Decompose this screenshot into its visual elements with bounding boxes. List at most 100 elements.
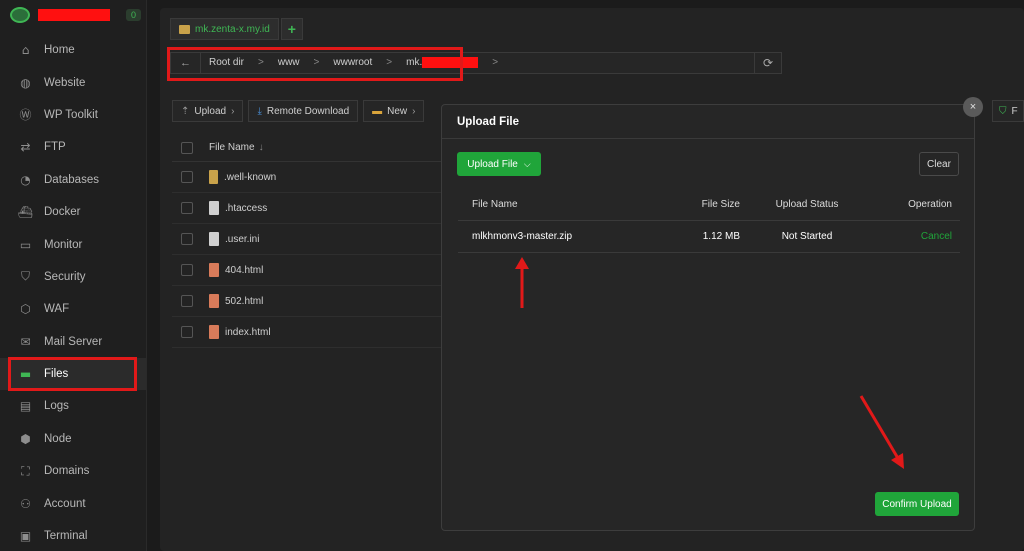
remote-download-button[interactable]: ⤓ Remote Download bbox=[248, 100, 359, 122]
upload-file-dialog: Upload File × Upload File ⌵ Clear File N… bbox=[441, 97, 983, 531]
sidebar-item-security[interactable]: ⛉ Security bbox=[0, 261, 146, 293]
file-name[interactable]: index.html bbox=[225, 327, 271, 338]
upload-table: File Name File Size Upload Status Operat… bbox=[458, 189, 960, 253]
logs-icon: ▤ bbox=[19, 399, 32, 414]
sidebar-item-databases[interactable]: ◔ Databases bbox=[0, 164, 146, 196]
folder-icon: ▬ bbox=[372, 105, 383, 117]
upload-file-dropdown-button[interactable]: Upload File ⌵ bbox=[457, 152, 541, 176]
table-row[interactable]: .well-known bbox=[172, 162, 472, 193]
sort-icon[interactable]: ↓ bbox=[259, 142, 264, 153]
monitor-icon: ▭ bbox=[19, 237, 32, 252]
new-button[interactable]: ▬ New › bbox=[363, 100, 425, 122]
tab-current-site[interactable]: mk.zenta-x.my.id bbox=[170, 18, 279, 40]
table-row[interactable]: .htaccess bbox=[172, 193, 472, 224]
download-icon: ⤓ bbox=[257, 105, 262, 117]
sidebar-item-mail-server[interactable]: ✉ Mail Server bbox=[0, 326, 146, 358]
select-all-checkbox[interactable] bbox=[181, 141, 193, 154]
confirm-upload-button[interactable]: Confirm Upload bbox=[875, 492, 959, 516]
sidebar-item-label: Terminal bbox=[44, 530, 88, 543]
clear-button[interactable]: Clear bbox=[919, 152, 959, 176]
folder-icon bbox=[209, 170, 218, 184]
sidebar-item-label: Domains bbox=[44, 465, 90, 478]
node-icon: ⬢ bbox=[20, 431, 31, 446]
column-operation: Operation bbox=[908, 199, 952, 210]
chevron-right-icon: > bbox=[313, 57, 320, 69]
file-icon bbox=[209, 325, 219, 339]
sidebar-item-wp-toolkit[interactable]: Ⓦ WP Toolkit bbox=[0, 99, 146, 131]
notification-badge[interactable]: 0 bbox=[126, 9, 142, 21]
sidebar-item-terminal[interactable]: ▣ Terminal bbox=[0, 520, 146, 551]
sidebar-item-domains[interactable]: ⛶ Domains bbox=[0, 455, 146, 487]
table-row[interactable]: 404.html bbox=[172, 255, 472, 286]
upload-row: mlkhmonv3-master.zip 1.12 MB Not Started… bbox=[458, 221, 960, 253]
file-name[interactable]: .well-known bbox=[224, 172, 276, 183]
sidebar-item-label: Databases bbox=[44, 173, 99, 186]
sidebar-item-label: FTP bbox=[44, 141, 66, 154]
file-icon bbox=[209, 294, 219, 308]
sidebar-item-label: WAF bbox=[44, 303, 70, 316]
sidebar-item-account[interactable]: ⚇ Account bbox=[0, 487, 146, 519]
file-name[interactable]: 502.html bbox=[225, 296, 263, 307]
row-checkbox[interactable] bbox=[181, 171, 193, 183]
file-name[interactable]: 404.html bbox=[225, 265, 263, 276]
row-checkbox[interactable] bbox=[181, 202, 193, 214]
tab-label: mk.zenta-x.my.id bbox=[195, 23, 270, 35]
row-checkbox[interactable] bbox=[181, 326, 193, 338]
sidebar-item-logs[interactable]: ▤ Logs bbox=[0, 390, 146, 422]
sidebar-item-label: Website bbox=[44, 76, 86, 89]
breadcrumb-wwwroot[interactable]: wwwroot bbox=[333, 57, 372, 68]
favorites-button[interactable]: ⛉ F bbox=[992, 100, 1024, 122]
sidebar-item-home[interactable]: ⌂ Home bbox=[0, 34, 146, 66]
table-row[interactable]: index.html bbox=[172, 317, 472, 348]
table-row[interactable]: .user.ini bbox=[172, 224, 472, 255]
sidebar-item-waf[interactable]: ⬡ WAF bbox=[0, 293, 146, 325]
tab-bar: mk.zenta-x.my.id + bbox=[170, 18, 303, 40]
file-name[interactable]: .user.ini bbox=[225, 234, 259, 245]
breadcrumb-site[interactable]: mk. bbox=[406, 57, 479, 69]
chevron-down-icon: ⌵ bbox=[523, 158, 531, 169]
brand-logo-icon[interactable] bbox=[10, 7, 30, 23]
sidebar-item-ftp[interactable]: ⇄ FTP bbox=[0, 131, 146, 163]
column-file-size: File Size bbox=[701, 199, 740, 210]
upload-label: Upload bbox=[194, 105, 227, 117]
column-file-name: File Name bbox=[472, 199, 518, 210]
back-arrow-icon[interactable]: ← bbox=[171, 53, 201, 73]
sidebar: 0 ⌂ Home ◍ Website Ⓦ WP Toolkit ⇄ FTP ◔ Databases… bbox=[0, 0, 147, 551]
globe-icon: ◍ bbox=[20, 75, 31, 90]
file-list: File Name ↓ .well-known .htaccess .user.in… bbox=[172, 134, 472, 348]
sidebar-nav: ⌂ Home ◍ Website Ⓦ WP Toolkit ⇄ FTP ◔ Databases ⛴ D… bbox=[0, 34, 146, 551]
file-list-header: File Name ↓ bbox=[172, 134, 472, 162]
sidebar-item-website[interactable]: ◍ Website bbox=[0, 66, 146, 98]
breadcrumb-www[interactable]: www bbox=[278, 57, 300, 68]
path-bar: ← Root dir > www > wwwroot > mk. > bbox=[170, 52, 782, 74]
breadcrumb-root[interactable]: Root dir bbox=[209, 57, 244, 68]
cancel-upload-link[interactable]: Cancel bbox=[921, 231, 952, 242]
sidebar-item-label: Account bbox=[44, 497, 86, 510]
add-tab-button[interactable]: + bbox=[280, 18, 303, 40]
shield-icon: ⛉ bbox=[999, 105, 1007, 117]
file-name[interactable]: .htaccess bbox=[225, 203, 267, 214]
terminal-icon: ▣ bbox=[19, 529, 32, 544]
sidebar-item-monitor[interactable]: ▭ Monitor bbox=[0, 228, 146, 260]
file-icon bbox=[209, 232, 219, 246]
waf-icon: ⬡ bbox=[20, 302, 31, 317]
upload-button[interactable]: ⇡ Upload › bbox=[172, 100, 244, 122]
column-file-name[interactable]: File Name bbox=[209, 142, 255, 153]
redacted-domain bbox=[422, 57, 479, 69]
docker-icon: ⛴ bbox=[17, 205, 34, 220]
table-row[interactable]: 502.html bbox=[172, 286, 472, 317]
chevron-right-icon: > bbox=[386, 57, 393, 69]
refresh-button[interactable]: ⟳ bbox=[754, 52, 782, 74]
remote-download-label: Remote Download bbox=[266, 105, 350, 117]
row-checkbox[interactable] bbox=[181, 264, 193, 276]
close-icon[interactable]: × bbox=[963, 97, 983, 117]
sidebar-item-node[interactable]: ⬢ Node bbox=[0, 423, 146, 455]
row-checkbox[interactable] bbox=[181, 295, 193, 307]
sidebar-item-label: WP Toolkit bbox=[44, 108, 98, 121]
chevron-right-icon: > bbox=[492, 57, 499, 69]
row-checkbox[interactable] bbox=[181, 233, 193, 245]
toolbar: ⇡ Upload › ⤓ Remote Download ▬ New › bbox=[172, 100, 425, 122]
dialog-title: Upload File bbox=[442, 105, 974, 139]
chevron-right-icon: > bbox=[258, 57, 264, 69]
sidebar-item-docker[interactable]: ⛴ Docker bbox=[0, 196, 146, 228]
